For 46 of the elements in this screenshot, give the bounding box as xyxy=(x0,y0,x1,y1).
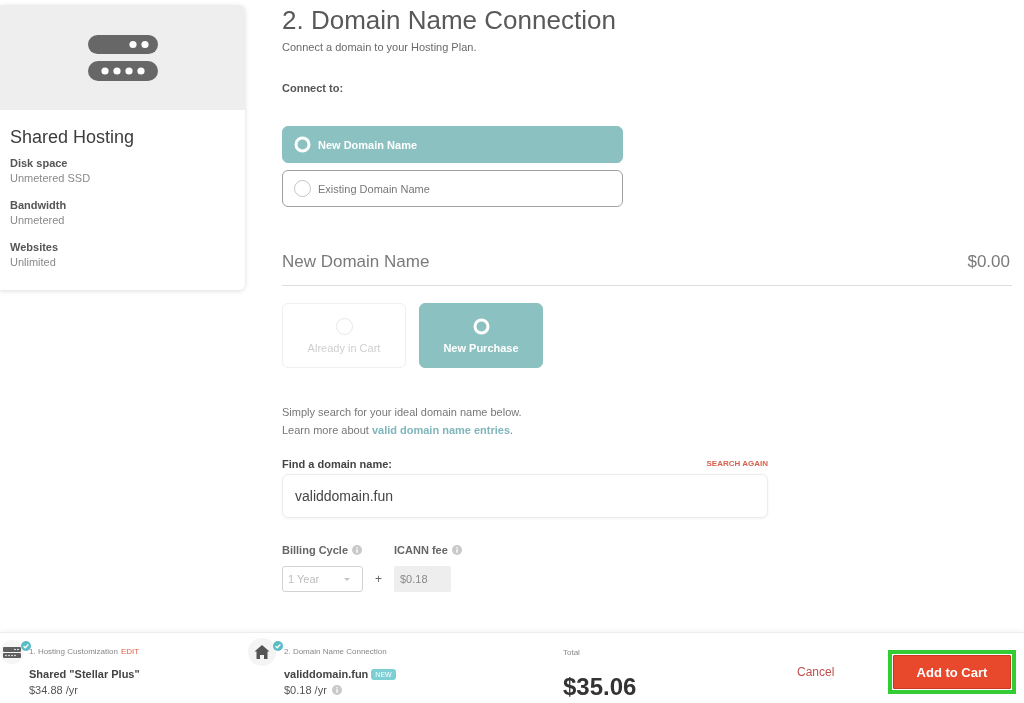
connect-label: Connect to: xyxy=(282,81,344,95)
connect-option[interactable]: Existing Domain Name xyxy=(282,170,623,207)
step-name: validdomain.fun xyxy=(284,667,369,682)
purchase-option[interactable]: New Purchase xyxy=(419,303,543,368)
learn-more-text: Learn more about valid domain name entries. xyxy=(282,423,514,438)
step-price: $0.18 /yr xyxy=(284,683,327,698)
connect-option[interactable]: New Domain Name xyxy=(282,126,623,163)
help-text: Simply search for your ideal domain name below. xyxy=(282,405,522,420)
info-icon[interactable] xyxy=(331,685,342,695)
caret-icon xyxy=(344,577,350,581)
total-amount: $35.06 xyxy=(563,672,637,702)
cancel-button[interactable]: Cancel xyxy=(797,664,835,680)
search-label: Find a domain name: xyxy=(282,457,392,471)
billing-cycle-label: Billing Cycle xyxy=(282,543,349,557)
plus-sign: + xyxy=(374,572,383,586)
billing-cycle-select[interactable]: 1 Year xyxy=(282,566,363,592)
step-caption: 2. Domain Name Connection xyxy=(284,646,387,658)
edit-link[interactable]: EDIT xyxy=(120,646,140,658)
icann-fee-label: ICANN fee xyxy=(394,543,448,557)
total-label: Total xyxy=(563,647,580,659)
step-price: $34.88 /yr xyxy=(29,683,78,698)
section-subtitle: Connect a domain to your Hosting Plan. xyxy=(282,40,477,54)
spec-label: Bandwidth xyxy=(10,198,67,213)
spec-value: Unmetered xyxy=(10,213,65,228)
section-title: 2. Domain Name Connection xyxy=(282,4,616,36)
domain-input[interactable]: validdomain.fun xyxy=(282,474,768,518)
server-icon xyxy=(87,34,158,81)
info-icon[interactable] xyxy=(451,545,462,555)
domain-price: $0.00 xyxy=(967,251,1010,273)
step-caption: 1. Hosting Customization xyxy=(29,646,118,658)
plan-title: Shared Hosting xyxy=(10,126,136,148)
spec-value: Unlimited xyxy=(10,255,56,270)
radio-icon xyxy=(335,317,353,335)
icann-fee-field: $0.18 xyxy=(394,566,451,592)
step-name: Shared "Stellar Plus" xyxy=(29,667,140,682)
spec-label: Disk space xyxy=(10,156,68,171)
radio-icon xyxy=(294,180,311,197)
info-icon[interactable] xyxy=(352,545,363,555)
domain-title: New Domain Name xyxy=(282,251,430,273)
spec-value: Unmetered SSD xyxy=(10,171,91,186)
spec-label: Websites xyxy=(10,240,59,255)
house-icon xyxy=(248,638,276,666)
add-to-cart-button[interactable]: Add to Cart xyxy=(893,655,1011,689)
search-again-link[interactable]: SEARCH AGAIN xyxy=(706,459,768,469)
radio-icon xyxy=(472,317,490,335)
radio-icon xyxy=(294,136,311,153)
